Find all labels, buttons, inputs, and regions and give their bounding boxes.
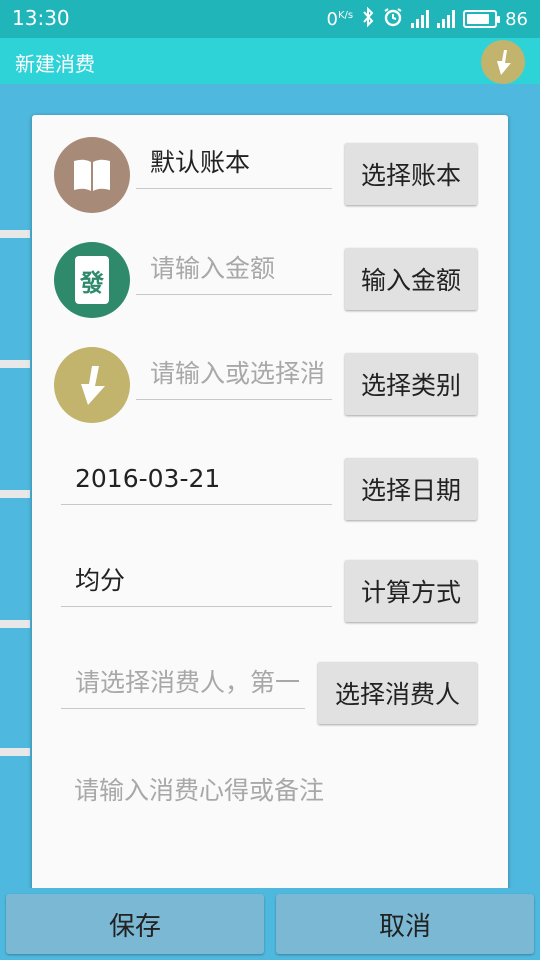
date-field[interactable]: 2016-03-21 bbox=[61, 457, 332, 505]
background-tab bbox=[0, 620, 30, 748]
book-icon[interactable] bbox=[54, 137, 130, 213]
cancel-button[interactable]: 取消 bbox=[276, 894, 534, 954]
arrow-down-circle-icon[interactable] bbox=[481, 40, 525, 84]
status-time: 13:30 bbox=[12, 6, 70, 30]
status-icons: 0K/s 86 bbox=[327, 6, 528, 32]
amount-input[interactable]: 请输入金额 bbox=[136, 247, 332, 295]
select-account-button[interactable]: 选择账本 bbox=[345, 143, 477, 205]
expense-form-card: 默认账本 选择账本 發 请输入金额 输入金额 请输入或选择消 选择类别 2016… bbox=[32, 115, 508, 905]
signal-4g-icon bbox=[411, 10, 430, 28]
consumers-input[interactable]: 请选择消费人，第一 bbox=[61, 661, 305, 709]
mahjong-tile-glyph: 發 bbox=[80, 268, 104, 297]
bottom-bar: 保存 取消 bbox=[0, 888, 540, 960]
mahjong-tile: 發 bbox=[75, 256, 109, 304]
background-tab bbox=[0, 748, 30, 878]
signal-icon bbox=[437, 10, 456, 28]
select-consumers-button[interactable]: 选择消费人 bbox=[318, 662, 477, 724]
battery-icon bbox=[463, 10, 501, 28]
select-date-button[interactable]: 选择日期 bbox=[345, 458, 477, 520]
alarm-icon bbox=[383, 7, 403, 32]
action-bar: 新建消费 bbox=[0, 38, 540, 84]
background-tab bbox=[0, 230, 30, 360]
select-category-button[interactable]: 选择类别 bbox=[345, 353, 477, 415]
bluetooth-icon bbox=[361, 6, 375, 32]
background-tab bbox=[0, 490, 30, 620]
network-speed: 0K/s bbox=[327, 9, 354, 30]
category-input[interactable]: 请输入或选择消 bbox=[136, 352, 332, 400]
battery-level: 86 bbox=[505, 8, 528, 30]
note-input[interactable]: 请输入消费心得或备注 bbox=[74, 771, 324, 807]
network-speed-value: 0 bbox=[326, 8, 338, 30]
status-bar: 13:30 0K/s 86 bbox=[0, 0, 540, 38]
network-speed-unit: K/s bbox=[337, 9, 354, 21]
mahjong-fa-icon[interactable]: 發 bbox=[54, 242, 130, 318]
enter-amount-button[interactable]: 输入金额 bbox=[345, 248, 477, 310]
arrow-down-circle-icon[interactable] bbox=[54, 347, 130, 423]
page-title: 新建消费 bbox=[15, 52, 95, 76]
calc-method-button[interactable]: 计算方式 bbox=[345, 560, 477, 622]
account-field[interactable]: 默认账本 bbox=[136, 141, 332, 189]
save-button[interactable]: 保存 bbox=[6, 894, 264, 954]
background-tab bbox=[0, 360, 30, 490]
calc-method-field[interactable]: 均分 bbox=[61, 559, 332, 607]
